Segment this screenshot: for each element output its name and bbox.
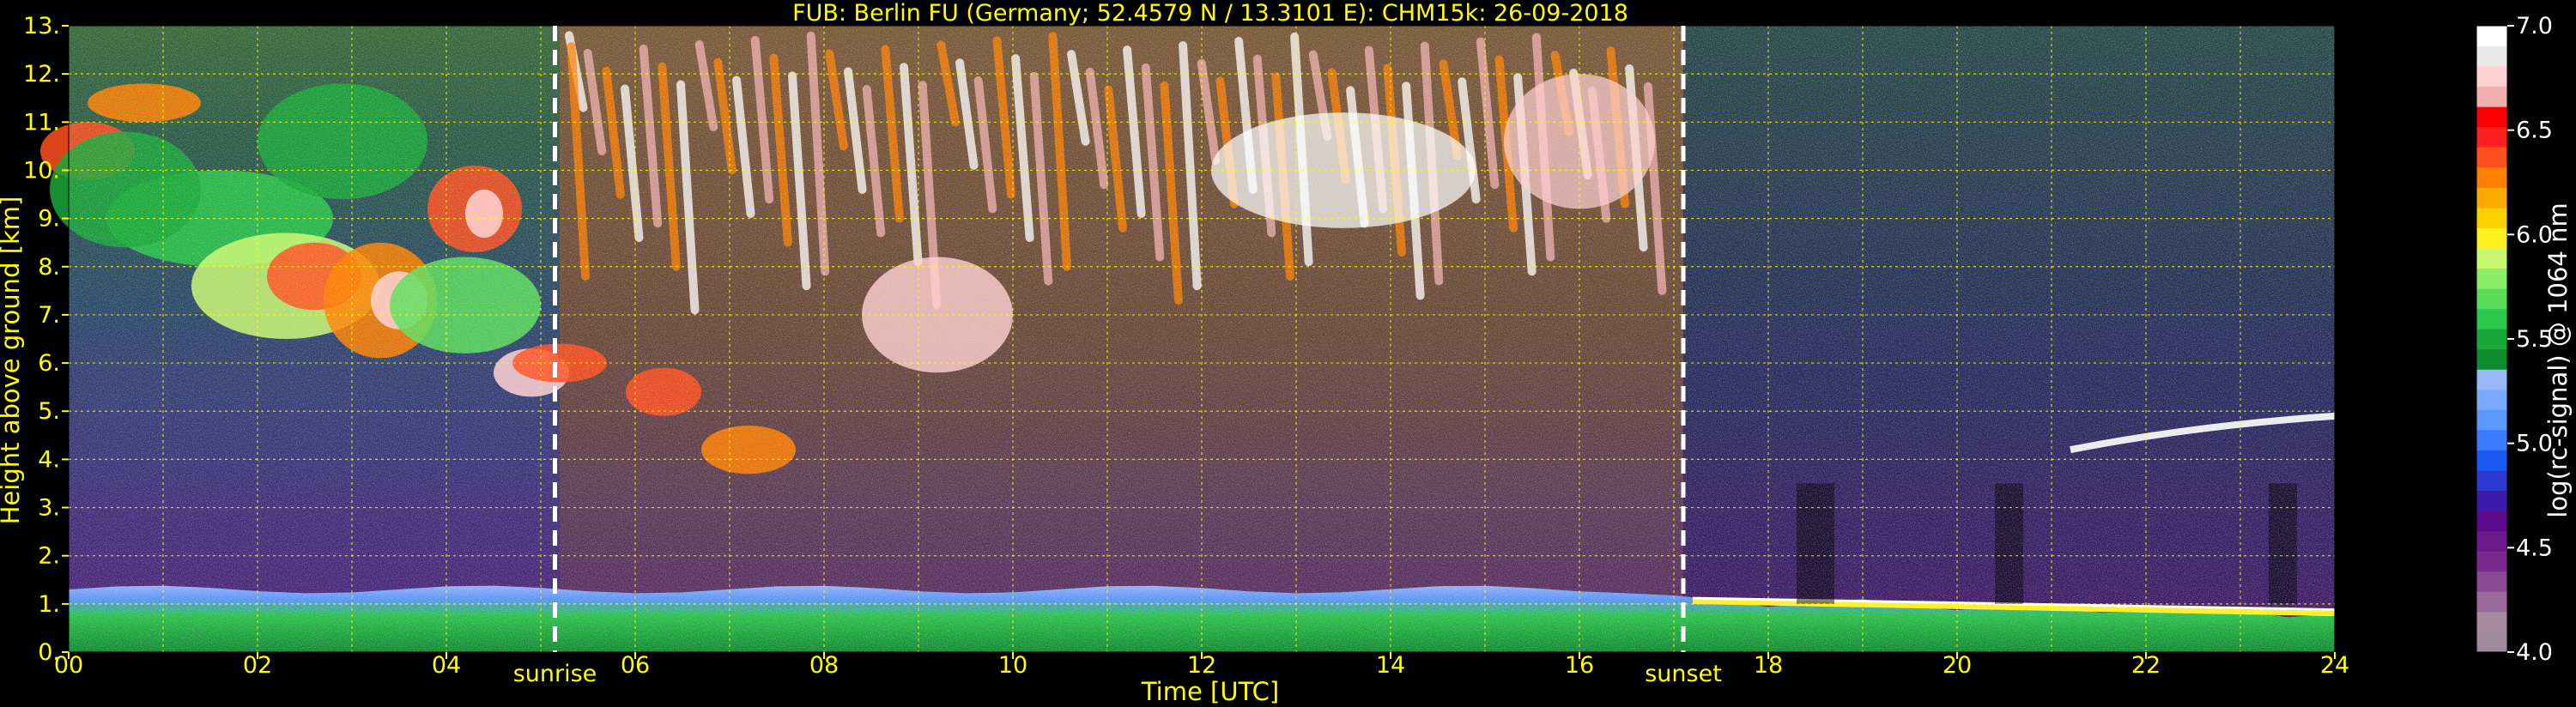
colorbar-segment [2476,227,2507,249]
colorbar-segment [2476,551,2507,572]
colorbar-segment [2476,207,2507,228]
x-tick-label: 24 [2320,652,2349,679]
x-tick-label: 12 [1187,652,1216,679]
x-tick-label: 16 [1565,652,1594,679]
x-tick-label: 22 [2131,652,2161,679]
colorbar-segment [2476,308,2507,329]
x-tick-label: 18 [1754,652,1783,679]
colorbar-segment [2476,470,2507,492]
x-tick-label: 02 [243,652,272,679]
event-label-sunrise: sunrise [513,661,597,687]
colorbar-segment [2476,268,2507,289]
colorbar-segment [2476,450,2507,471]
colorbar-segment [2476,591,2507,613]
x-axis-label: Time [UTC] [1141,677,1279,706]
y-tick-label: 12. [23,61,60,88]
ceilometer-figure: sunrise sunset 0.1.2.3.4.5.6.7.8.9.10.11.… [0,0,2573,706]
colorbar-tick-label: 7.0 [2516,13,2553,39]
colorbar-label: log(rc-signal) @ 1064 nm [2543,202,2573,517]
colorbar-segment [2476,348,2507,370]
colorbar-segment [2476,511,2507,532]
y-tick-label: 4. [38,446,60,473]
colorbar-segment [2476,166,2507,188]
y-tick-label: 9. [38,206,60,233]
y-tick-label: 1. [38,591,60,618]
colorbar-segment [2476,409,2507,431]
x-tick-label: 04 [432,652,461,679]
y-axis-label: Height above ground [km] [0,196,25,525]
colorbar-segment [2476,530,2507,552]
y-axis-ticks: 0.1.2.3.4.5.6.7.8.9.10.11.12.13. [23,13,69,666]
colorbar-segment [2476,369,2507,390]
y-tick-label: 13. [23,13,60,39]
colorbar-segment [2476,631,2507,653]
colorbar-segment [2476,26,2507,47]
y-tick-label: 8. [38,254,60,281]
y-tick-label: 3. [38,495,60,522]
colorbar-segment [2476,248,2507,269]
y-tick-label: 2. [38,543,60,570]
colorbar-segment [2476,86,2507,107]
x-tick-label: 08 [809,652,839,679]
event-label-sunset: sunset [1645,661,1722,687]
colorbar-segment [2476,329,2507,350]
colorbar-segment [2476,571,2507,592]
y-tick-label: 5. [38,398,60,425]
colorbar-segment [2476,147,2507,168]
colorbar-segment [2476,187,2507,208]
colorbar-segment [2476,389,2507,410]
colorbar-segment [2476,429,2507,451]
y-tick-label: 10. [23,157,60,184]
colorbar-segment [2476,490,2507,511]
x-axis-ticks: 00 02 04 06 08 10 12 14 16 18 20 22 24 [54,652,2349,679]
colorbar-tick-label: 4.0 [2516,639,2553,666]
colorbar-tick-label: 6.5 [2516,118,2553,144]
colorbar-segment [2476,288,2507,310]
colorbar: 4.04.55.05.56.06.57.0 [2476,13,2553,666]
colorbar-segment [2476,106,2507,128]
colorbar-segment [2476,126,2507,148]
colorbar-tick-label: 4.5 [2516,535,2553,561]
colorbar-segment [2476,45,2507,67]
chart-title: FUB: Berlin FU (Germany; 52.4579 N / 13.… [792,0,1628,27]
colorbar-segment [2476,611,2507,632]
x-tick-label: 06 [621,652,650,679]
x-tick-label: 10 [998,652,1027,679]
y-tick-label: 11. [23,109,60,136]
colorbar-segment [2476,66,2507,88]
x-tick-label: 20 [1943,652,1972,679]
x-tick-label: 00 [54,652,83,679]
x-tick-label: 14 [1376,652,1405,679]
y-tick-label: 6. [38,350,60,377]
y-tick-label: 7. [38,302,60,329]
